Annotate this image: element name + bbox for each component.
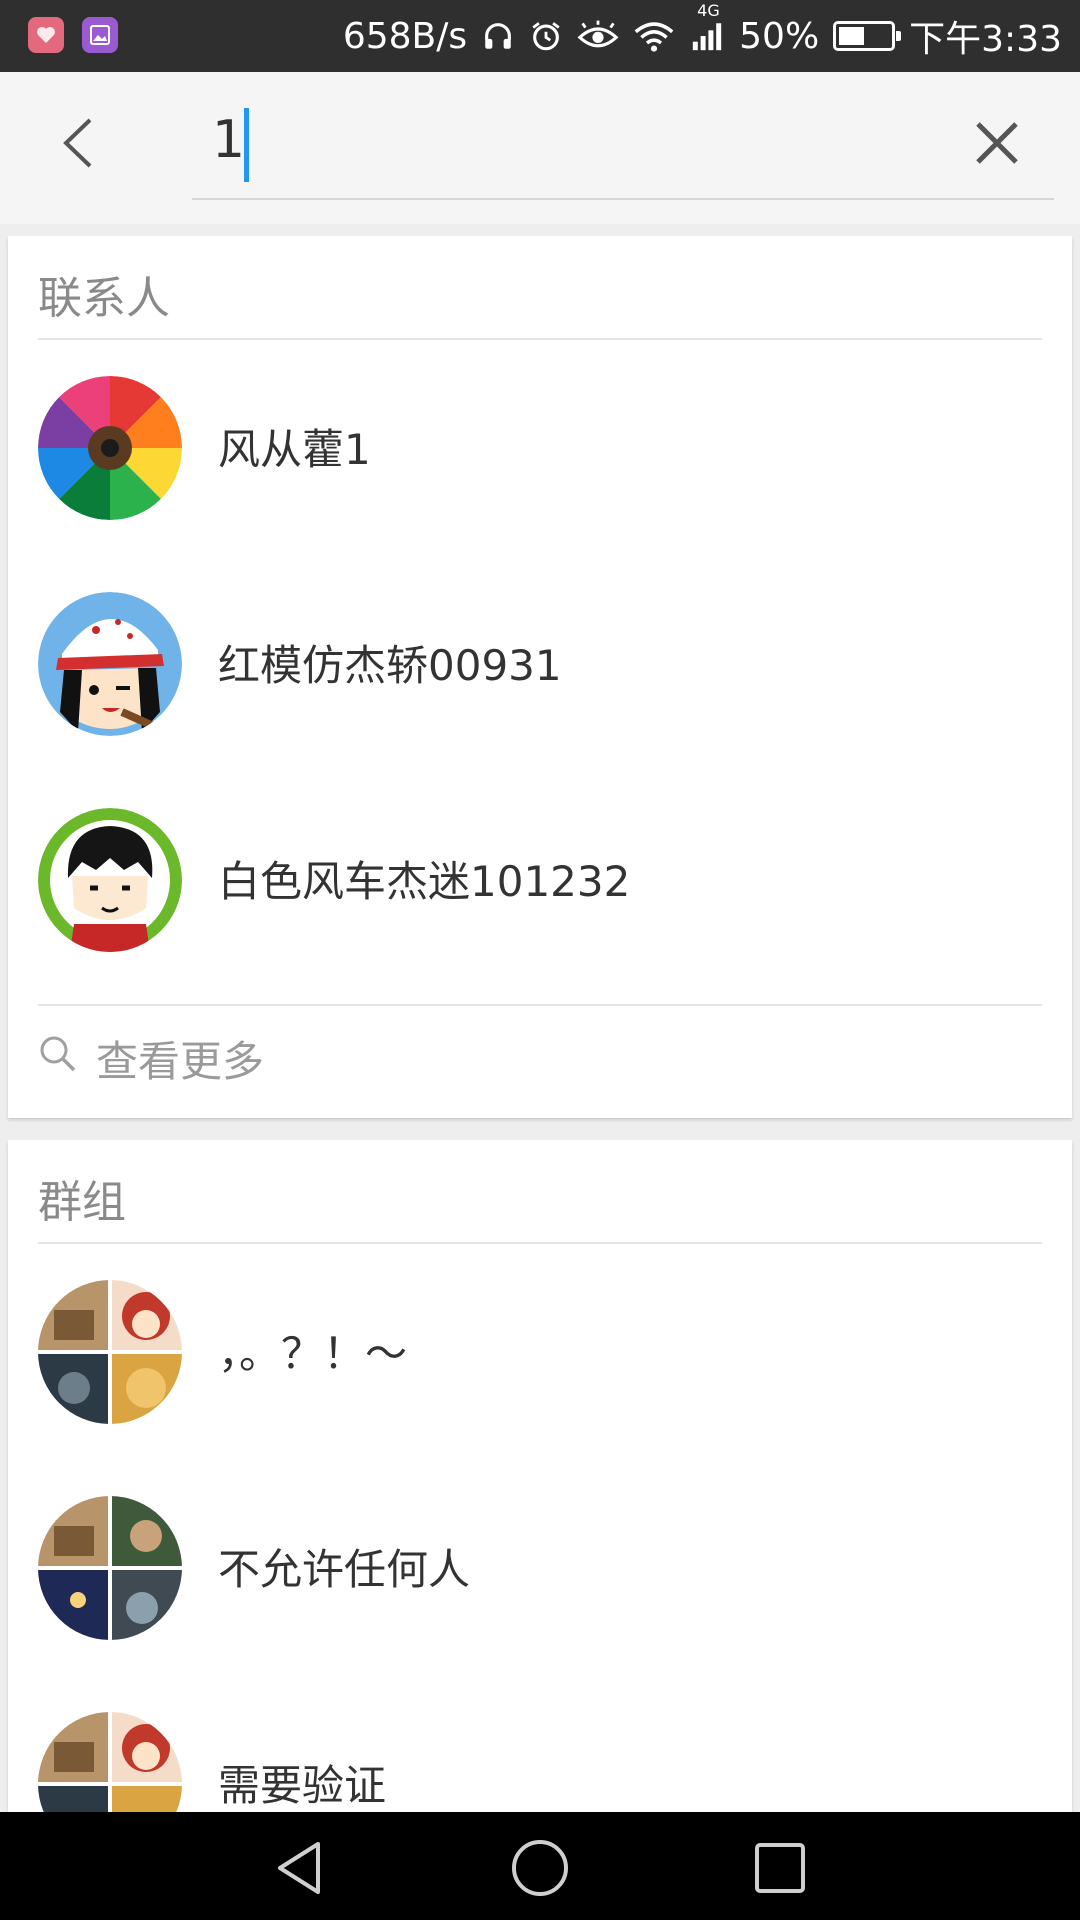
nav-recents-icon[interactable] bbox=[750, 1838, 810, 1898]
avatar bbox=[38, 376, 182, 520]
section-title-contacts: 联系人 bbox=[38, 273, 170, 324]
nav-home-icon[interactable] bbox=[510, 1838, 570, 1898]
battery-icon bbox=[833, 21, 902, 51]
group-name: 需要验证 bbox=[218, 1761, 387, 1810]
view-more-label: 查看更多 bbox=[96, 1037, 265, 1086]
group-row[interactable]: 不允许任何人 bbox=[8, 1460, 1072, 1676]
contact-name: 白色风车杰迷101232 bbox=[218, 857, 631, 906]
navigation-bar bbox=[0, 1812, 1080, 1920]
view-more-contacts-link[interactable]: 查看更多 bbox=[38, 1016, 638, 1088]
alarm-icon bbox=[529, 19, 563, 53]
battery-percent: 50% bbox=[739, 15, 820, 57]
contact-row[interactable]: 白色风车杰迷101232 bbox=[8, 772, 1072, 988]
contact-row[interactable]: 风从藿1 bbox=[8, 340, 1072, 556]
contact-name: 风从藿1 bbox=[218, 425, 371, 474]
avatar bbox=[38, 808, 182, 952]
network-speed: 658B/s bbox=[342, 15, 468, 57]
section-title-groups: 群组 bbox=[38, 1177, 126, 1228]
search-header bbox=[0, 72, 1080, 224]
back-arrow-icon[interactable] bbox=[48, 112, 110, 174]
headphones-icon bbox=[481, 19, 515, 53]
avatar bbox=[38, 1280, 182, 1424]
groups-card: 群组 ，。？！～ 不允许任何人 需要验证 bbox=[8, 1140, 1072, 1920]
signal-type-label: 4G bbox=[697, 1, 720, 20]
contact-row[interactable]: 红模仿杰轿00931 bbox=[8, 556, 1072, 772]
group-name: 不允许任何人 bbox=[218, 1545, 471, 1594]
wifi-icon bbox=[633, 19, 675, 53]
search-input[interactable] bbox=[192, 108, 1022, 172]
status-bar: 658B/s 4G 50% 下午3:33 bbox=[0, 0, 1080, 72]
avatar bbox=[38, 1496, 182, 1640]
clear-x-icon[interactable] bbox=[968, 114, 1026, 172]
divider bbox=[38, 1004, 1042, 1006]
gallery-app-icon bbox=[82, 17, 118, 53]
text-cursor bbox=[244, 108, 249, 182]
clock: 下午3:33 bbox=[909, 19, 1062, 60]
eye-icon bbox=[577, 19, 619, 53]
search-underline bbox=[192, 198, 1054, 200]
group-name: ，。？！～ bbox=[218, 1329, 408, 1378]
health-app-icon bbox=[28, 17, 64, 53]
contact-name: 红模仿杰轿00931 bbox=[218, 641, 562, 690]
group-row[interactable]: ，。？！～ bbox=[8, 1244, 1072, 1460]
signal-icon: 4G bbox=[689, 1, 725, 53]
contacts-card: 联系人 风从藿1 红模仿杰轿00931 白色风车杰迷101232 查看更多 bbox=[8, 236, 1072, 1118]
nav-back-icon[interactable] bbox=[270, 1838, 330, 1898]
avatar bbox=[38, 592, 182, 736]
search-icon bbox=[40, 1036, 76, 1072]
